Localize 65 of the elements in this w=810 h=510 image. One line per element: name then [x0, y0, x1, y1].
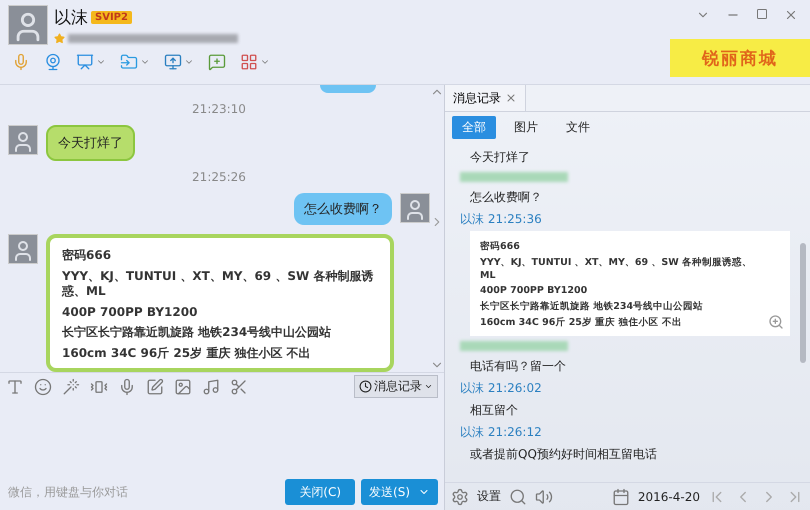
- chat-bubble: 怎么收费啊？: [294, 193, 392, 225]
- avatar-placeholder: [8, 5, 48, 45]
- history-sender-time: 以沫 21:26:12: [460, 424, 543, 441]
- image-icon[interactable]: [174, 378, 192, 396]
- timestamp: 21:25:26: [191, 170, 247, 184]
- chart-screen-icon[interactable]: [76, 53, 94, 71]
- close-icon[interactable]: [784, 8, 798, 22]
- hint-text: 微信，用键盘与你对话: [8, 484, 129, 500]
- card-text: 400P 700PP BY1200: [480, 285, 588, 298]
- avatar-placeholder: [8, 234, 38, 264]
- card-text: 密码666: [62, 248, 112, 264]
- card-text: 400P 700PP BY1200: [62, 304, 198, 320]
- card-text: 密码666: [480, 241, 521, 254]
- clock-icon: [359, 380, 372, 393]
- star-icon: [54, 33, 65, 44]
- history-message: 今天打烊了: [469, 149, 531, 166]
- send-button[interactable]: 发送(S): [361, 479, 438, 505]
- font-icon[interactable]: [6, 378, 24, 396]
- edit-icon[interactable]: [146, 378, 164, 396]
- timestamp: 21:23:10: [191, 102, 247, 116]
- history-message: 相互留个: [469, 402, 519, 419]
- magic-wand-icon[interactable]: [62, 378, 80, 396]
- emoji-icon[interactable]: [34, 378, 52, 396]
- date-label[interactable]: 2016-4-20: [638, 490, 700, 504]
- message-plus-icon[interactable]: [208, 53, 226, 71]
- history-message: 电话有吗？留一个: [469, 358, 567, 375]
- card-text: 160cm 34C 96斤 25岁 重庆 独住小区 不出: [62, 346, 312, 362]
- microphone-icon[interactable]: [118, 378, 136, 396]
- scrollbar-thumb[interactable]: [800, 243, 806, 363]
- card-text: YYY、KJ、TUNTUI 、XT、MY、69 、SW 各种制服诱惑、ML: [480, 256, 754, 282]
- vip-badge: SVIP2: [91, 11, 132, 24]
- settings-icon[interactable]: [451, 488, 469, 506]
- history-sender-time: 以沫 21:26:02: [460, 380, 543, 397]
- history-message: 怎么收费啊？: [469, 189, 543, 206]
- monitor-icon[interactable]: [164, 53, 182, 71]
- calendar-icon[interactable]: [612, 488, 630, 506]
- settings-label[interactable]: 设置: [477, 488, 501, 505]
- chat-bubble: [320, 85, 376, 93]
- history-message: 或者提前QQ预约好时间相互留电话: [469, 446, 658, 463]
- close-button[interactable]: 关闭(C): [285, 479, 356, 505]
- card-text: 160cm 34C 96斤 25岁 重庆 独住小区 不出: [480, 317, 683, 330]
- card-text: 长宁区长宁路靠近凯旋路 地铁234号线中山公园站: [62, 325, 332, 341]
- apps-grid-icon[interactable]: [240, 53, 258, 71]
- filter-tab[interactable]: 文件: [556, 116, 600, 139]
- card-text: 长宁区长宁路靠近凯旋路 地铁234号线中山公园站: [480, 301, 704, 314]
- filter-tab[interactable]: 图片: [504, 116, 548, 139]
- contact-name: 以沫: [54, 7, 88, 29]
- caret-icon: [424, 382, 433, 391]
- folder-icon[interactable]: [120, 53, 138, 71]
- history-button[interactable]: 消息记录: [354, 375, 438, 398]
- avatar-placeholder: [400, 193, 430, 223]
- card-text: YYY、KJ、TUNTUI 、XT、MY、69 、SW 各种制服诱惑、ML: [62, 268, 374, 300]
- scissors-icon[interactable]: [230, 378, 248, 396]
- search-icon[interactable]: [509, 488, 527, 506]
- history-tab[interactable]: 消息记录: [445, 85, 526, 111]
- history-sender-time: 以沫 21:25:36: [460, 211, 543, 228]
- microphone-icon[interactable]: [12, 53, 30, 71]
- webcam-icon[interactable]: [44, 53, 62, 71]
- zoom-in-icon[interactable]: [768, 314, 784, 330]
- chat-bubble: 今天打烊了: [46, 125, 135, 161]
- music-icon[interactable]: [202, 378, 220, 396]
- maximize-icon[interactable]: [756, 8, 768, 20]
- avatar-placeholder: [8, 125, 38, 155]
- close-icon[interactable]: [505, 92, 517, 104]
- speaker-icon[interactable]: [535, 488, 553, 506]
